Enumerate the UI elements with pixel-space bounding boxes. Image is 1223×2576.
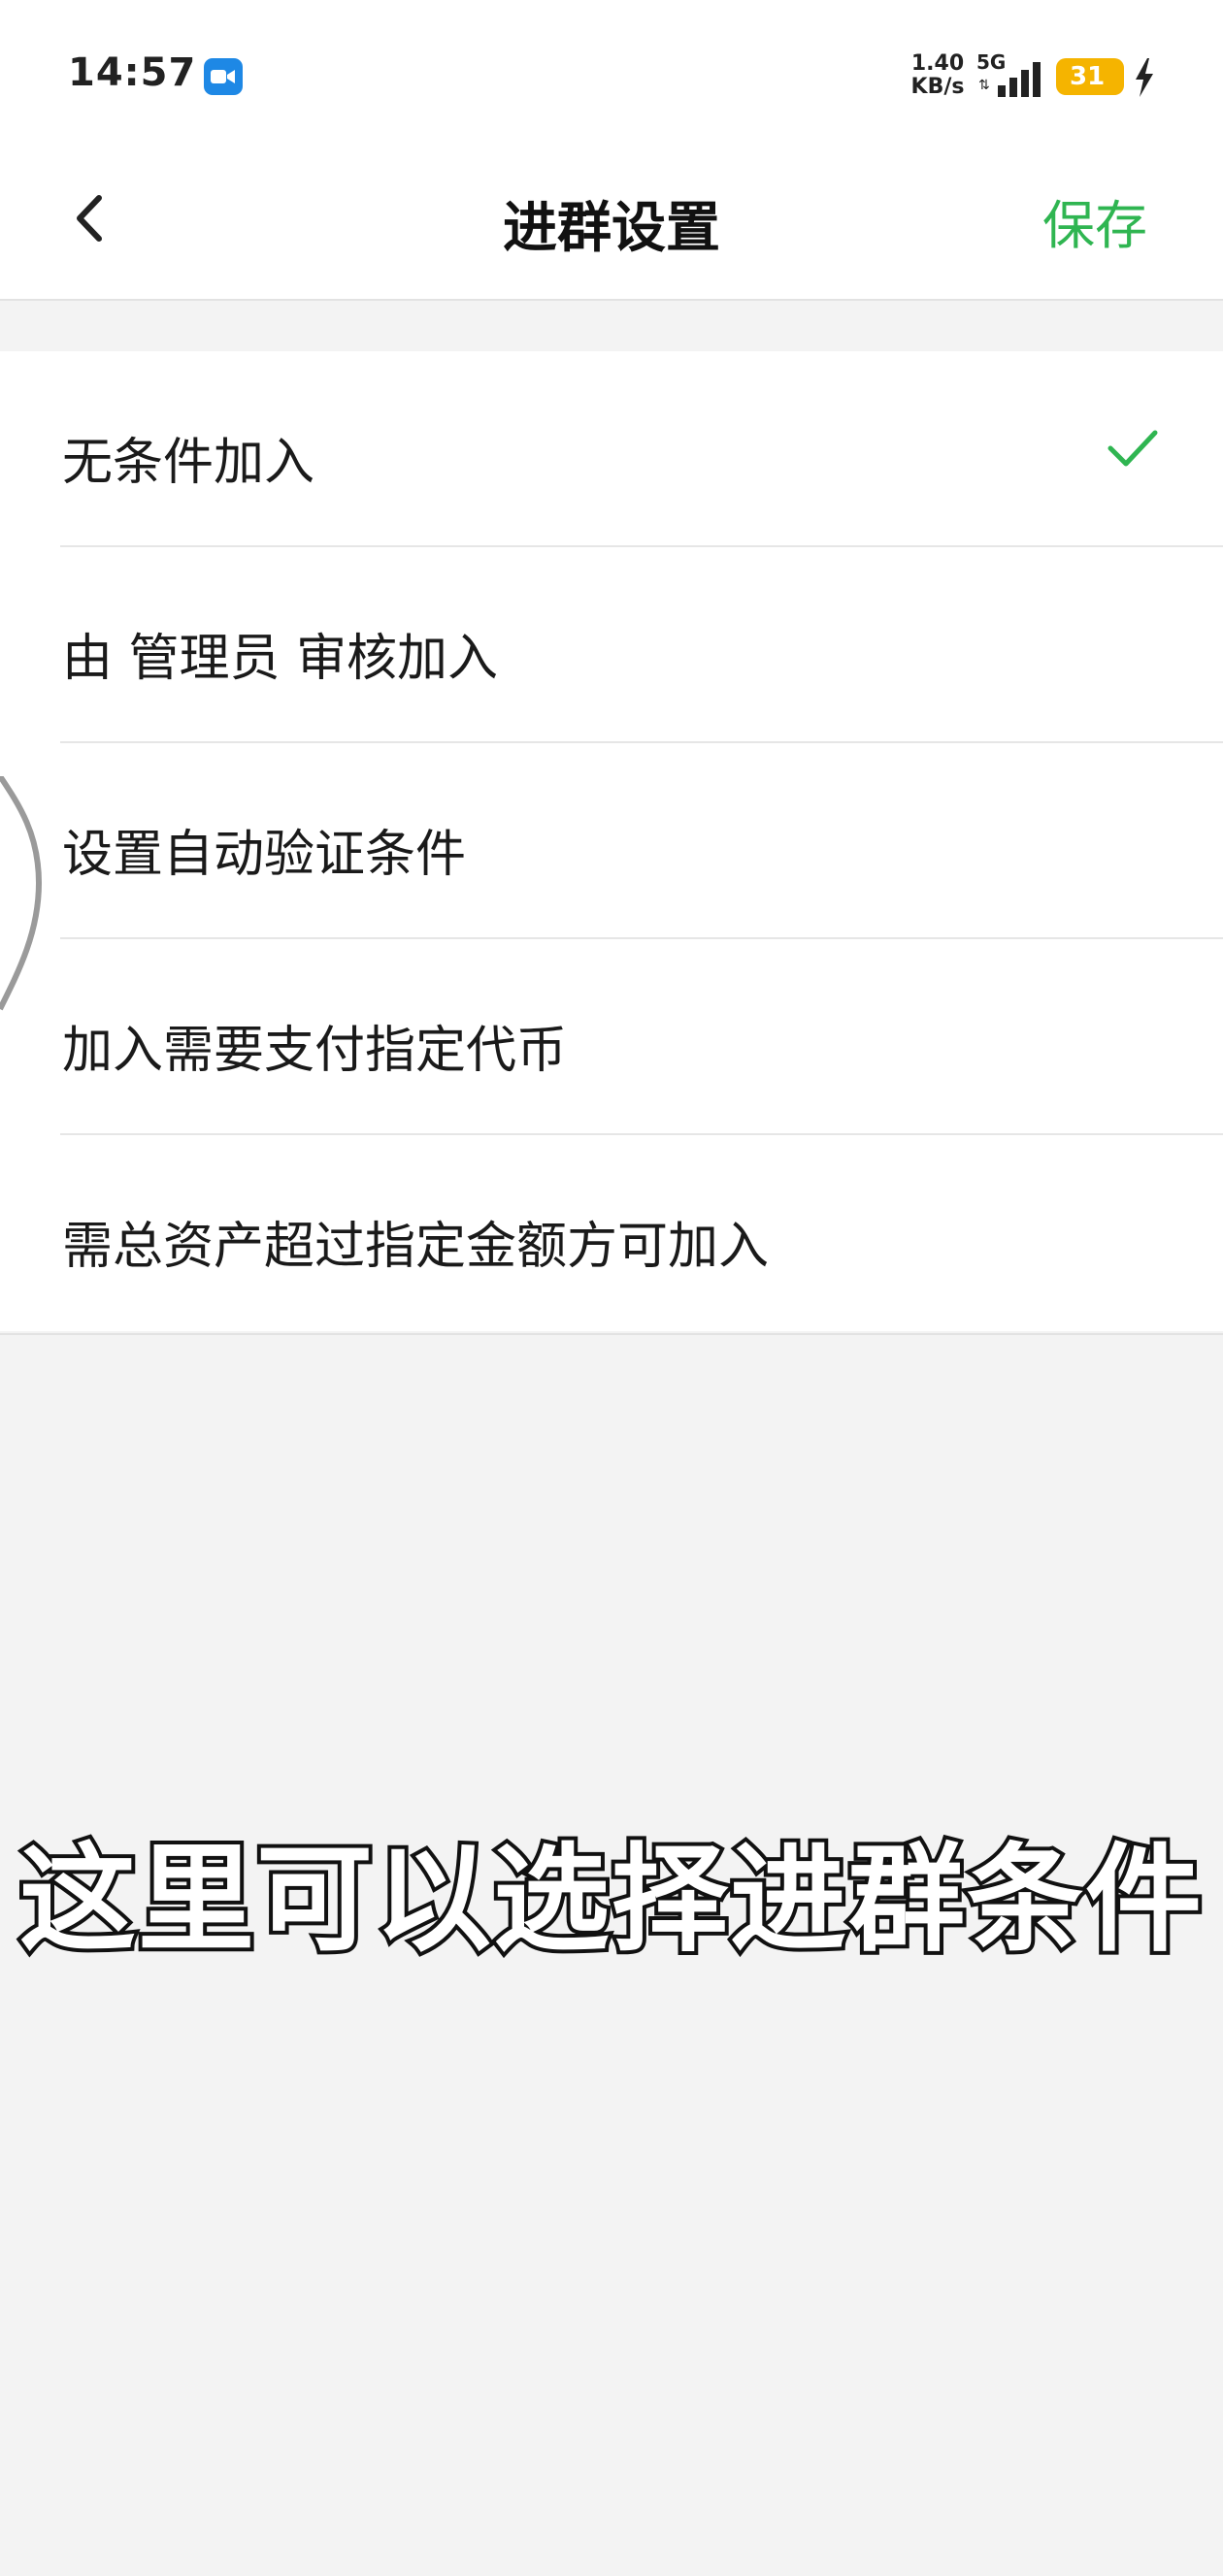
edge-overlay-shape [0, 776, 43, 1011]
chevron-left-icon[interactable] [66, 184, 115, 252]
video-caption: 这里可以选择进群条件 [16, 1829, 1206, 1972]
status-bar: 14:57 1.40 KB/s 5G ⇅ 31 [0, 0, 1223, 146]
data-arrows-icon: ⇅ [978, 78, 990, 93]
battery-icon: 31 [1056, 58, 1124, 95]
nav-bar: 进群设置 保存 [0, 146, 1223, 301]
option-label: 加入需要支付指定代币 [62, 1022, 568, 1080]
option-auto-verify[interactable]: 设置自动验证条件 [0, 743, 1223, 939]
checkmark-icon [1107, 430, 1158, 467]
network-speed-value: 1.40 [910, 51, 965, 76]
option-label: 需总资产超过指定金额方可加入 [62, 1218, 770, 1276]
status-time: 14:57 [68, 50, 197, 95]
video-icon [204, 58, 243, 95]
option-admin-review[interactable]: 由 管理员 审核加入 [0, 547, 1223, 743]
list-divider [0, 1333, 1223, 1335]
option-label: 由 管理员 审核加入 [62, 630, 499, 688]
charging-icon [1136, 58, 1153, 97]
page-title: 进群设置 [503, 197, 720, 260]
option-unconditional[interactable]: 无条件加入 [0, 351, 1223, 547]
save-button[interactable]: 保存 [1042, 182, 1147, 259]
option-label: 无条件加入 [62, 434, 315, 492]
option-pay-token[interactable]: 加入需要支付指定代币 [0, 939, 1223, 1135]
option-total-assets[interactable]: 需总资产超过指定金额方可加入 [0, 1135, 1223, 1331]
join-condition-list: 无条件加入 由 管理员 审核加入 设置自动验证条件 加入需要支付指定代币 需总资… [0, 351, 1223, 1331]
network-speed: 1.40 KB/s [909, 52, 967, 99]
signal-icon [998, 62, 1041, 97]
network-speed-unit: KB/s [910, 75, 965, 99]
option-label: 设置自动验证条件 [62, 826, 467, 884]
